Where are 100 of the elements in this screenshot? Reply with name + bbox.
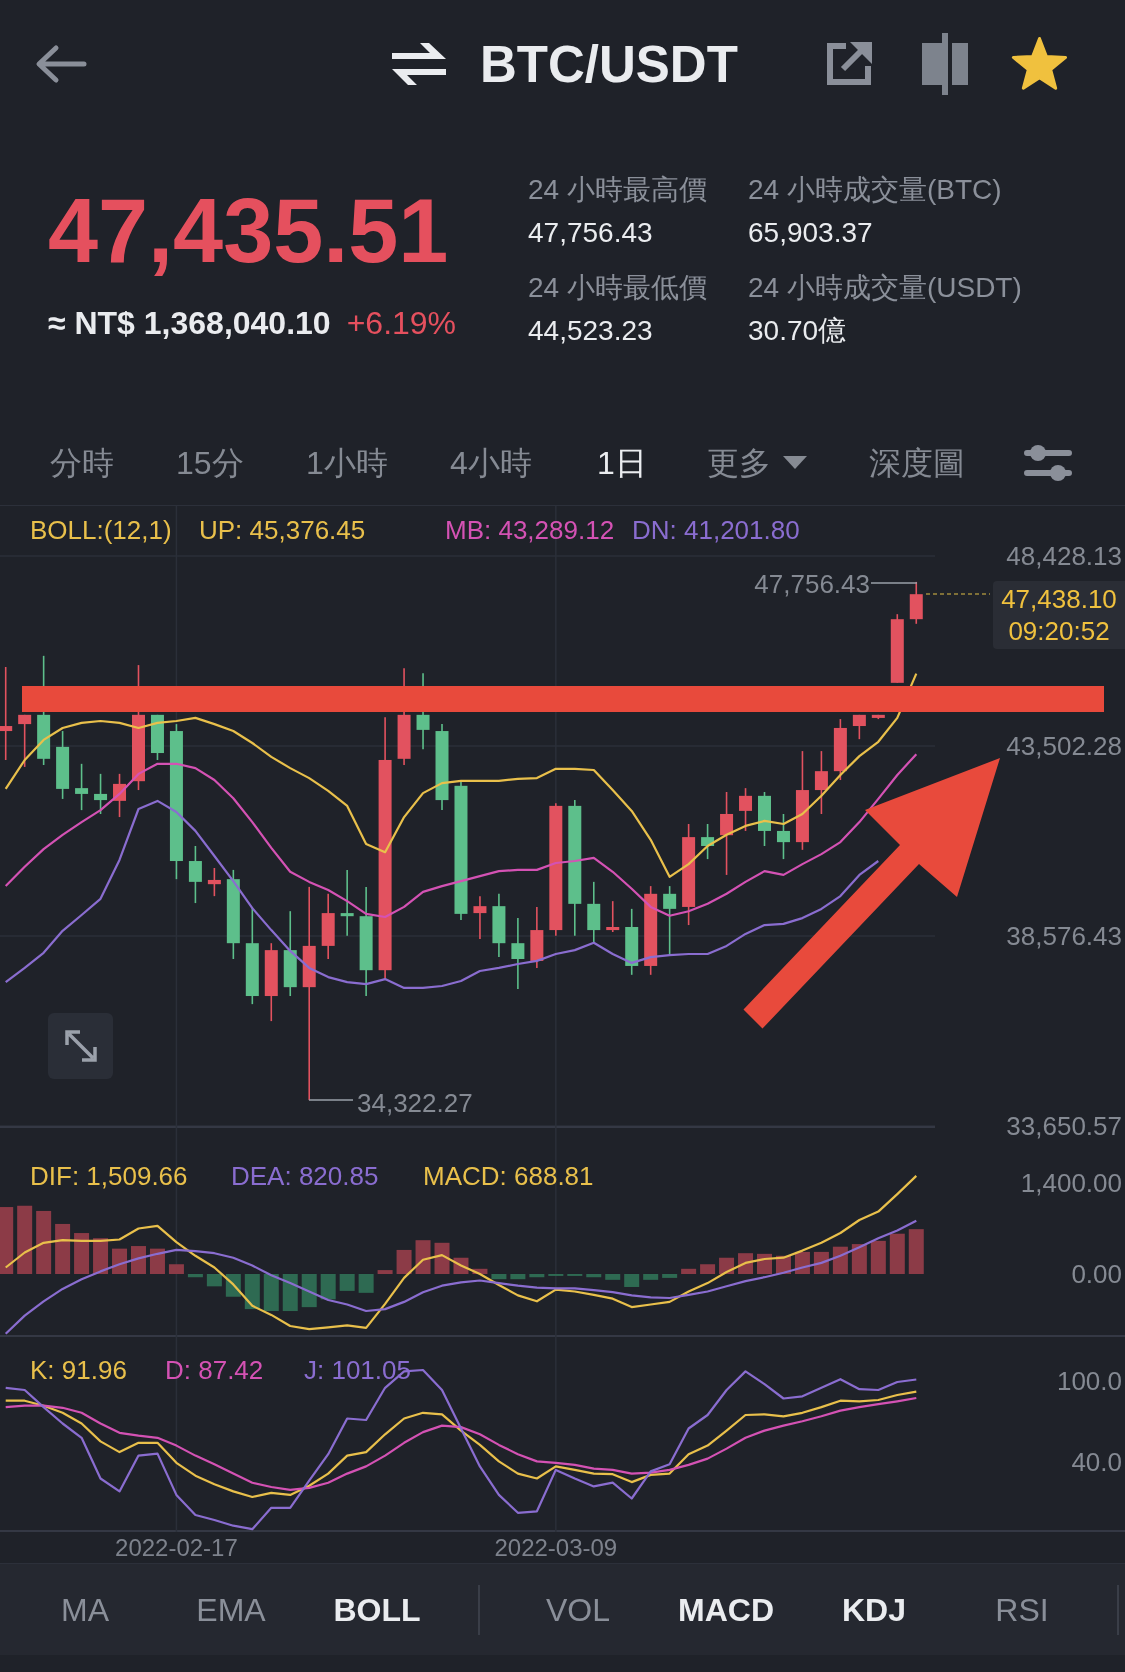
macd-histogram-bar [0,1207,14,1274]
falling-candle [625,908,639,976]
stat-label: 24 小時最高價 [528,176,707,204]
legend-label: BOLL:(12,1) [30,515,172,545]
legend-label: DIF: 1,509.66 [30,1161,188,1191]
rising-candle [890,613,904,684]
indicator-tab[interactable]: MACD [678,1589,774,1630]
stat-value: 30.70億 [748,317,847,345]
rising-candle [852,714,866,740]
more-dropdown[interactable]: 更多 [707,442,807,483]
price-change: +6.19% [346,307,457,339]
legend-label: UP: 45,376.45 [199,515,366,545]
macd-histogram-bar [870,1240,886,1274]
falling-candle [492,893,506,958]
indicator-tab[interactable]: KDJ [842,1589,906,1630]
macd-histogram-bar [643,1274,659,1280]
rising-candle [473,895,487,940]
macd-histogram-bar [396,1249,412,1274]
macd-histogram-bar [131,1246,146,1274]
macd-histogram-bar [415,1240,431,1274]
date-axis-label: 2022-03-09 [494,1533,618,1563]
macd-histogram-bar [206,1274,222,1287]
star-icon[interactable] [1011,36,1068,92]
macd-histogram-bar [358,1274,374,1293]
stat-value: 47,756.43 [528,219,653,247]
stat-value: 44,523.23 [528,317,653,345]
indicator-tab[interactable]: BOLL [333,1589,421,1630]
interval-tab[interactable]: 15分 [176,442,244,483]
macd-histogram-bar [908,1229,924,1274]
macd-histogram-bar [472,1268,488,1274]
price-line [925,593,991,595]
falling-candle [188,845,202,904]
interval-tab[interactable]: 1日 [597,442,647,483]
macd-histogram-bar [681,1268,697,1274]
stat-label: 24 小時成交量(USDT) [748,274,1022,302]
falling-candle [758,791,771,847]
macd-histogram-bar [187,1274,203,1278]
falling-candle [776,813,790,860]
macd-histogram-bar [55,1223,71,1274]
candlestick-icon[interactable] [920,33,970,95]
legend-label: MACD: 688.81 [423,1161,594,1191]
legend-label: J: 101.05 [304,1355,411,1385]
fiat-price: ≈ NT$ 1,368,040.10 [48,307,331,339]
expand-icon [62,1028,99,1064]
low-price-label: 34,322.27 [357,1088,473,1118]
macd-histogram-bar [17,1205,33,1274]
stat-value: 65,903.37 [748,219,873,247]
falling-candle [701,823,715,860]
legend-label: DN: 41,201.80 [632,515,800,545]
interval-tab[interactable]: 1小時 [306,442,388,483]
macd-histogram-bar [700,1264,716,1274]
price-axis-label: 38,576.43 [1006,921,1122,951]
expand-button[interactable] [48,1013,113,1079]
macd-histogram-bar [529,1274,545,1278]
interval-tab[interactable]: 4小時 [450,442,532,483]
macd-histogram-bar [74,1233,90,1274]
leader-line [870,582,918,584]
kdj-axis-label: 40.0 [1071,1446,1122,1477]
price-axis-label: 48,428.13 [1006,541,1122,571]
leader-line [308,1099,354,1101]
falling-candle [56,730,70,800]
interval-tab[interactable]: 分時 [50,442,114,483]
legend-label: K: 91.96 [30,1355,127,1385]
macd-histogram-bar [605,1274,621,1280]
macd-histogram-bar [434,1242,450,1274]
indicator-tab[interactable]: RSI [995,1589,1049,1630]
macd-histogram-bar [510,1274,526,1280]
caret-icon [783,455,807,470]
stat-label: 24 小時成交量(BTC) [748,176,1002,204]
date-axis-label: 2022-02-17 [115,1533,238,1563]
falling-candle [587,881,601,944]
indicator-tab[interactable]: MA [61,1589,109,1630]
pair-title: BTC/USDT [480,38,738,90]
indicator-tab[interactable]: VOL [546,1589,610,1630]
falling-candle [94,773,108,815]
swap-icon[interactable] [392,40,446,88]
legend-label: D: 87.42 [165,1355,264,1385]
price-axis-label: 43,502.28 [1006,731,1122,761]
rising-candle [530,906,544,969]
rising-candle [871,714,885,720]
last-price-label: 47,438.10 [1001,583,1117,615]
macd-histogram-bar [112,1248,127,1274]
interval-tab[interactable]: 深度圖 [869,442,965,483]
falling-candle [75,763,89,811]
sliders-icon[interactable] [1024,442,1072,483]
macd-axis-label: 0.00 [1071,1259,1122,1289]
macd-histogram-bar [149,1248,165,1274]
stat-label: 24 小時最低價 [528,274,707,302]
macd-histogram-bar [168,1264,184,1274]
macd-histogram-bar [851,1244,867,1274]
macd-axis-label: 1,400.00 [1020,1168,1122,1198]
rising-candle [833,718,847,781]
share-icon[interactable] [824,40,874,88]
legend-label: DEA: 820.85 [231,1161,379,1191]
rising-candle [321,893,335,960]
macd-histogram-bar [36,1210,52,1274]
indicator-tab[interactable]: EMA [196,1589,266,1630]
falling-candle [150,714,164,761]
high-price-label: 47,756.43 [754,569,870,599]
rising-candle [18,714,32,768]
